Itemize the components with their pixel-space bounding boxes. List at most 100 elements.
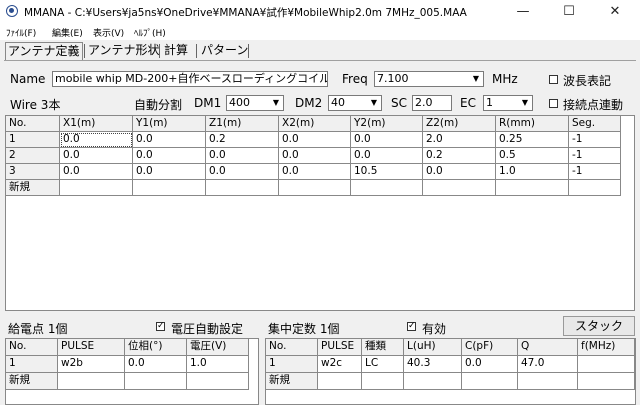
table-cell[interactable]: w2b	[58, 356, 125, 373]
table-cell[interactable]: 0.0	[462, 356, 518, 373]
tab-pattern[interactable]: パターン	[199, 42, 250, 59]
chevron-down-icon[interactable]: ▼	[518, 96, 532, 110]
freq-combo[interactable]: 7.100 ▼	[374, 71, 484, 87]
table-cell[interactable]	[578, 356, 635, 373]
table-cell[interactable]: 0.0	[206, 148, 279, 164]
wavelength-checkbox[interactable]	[549, 75, 558, 84]
chevron-down-icon[interactable]: ▼	[469, 72, 483, 86]
table-cell[interactable]: -1	[569, 164, 621, 180]
lumped-header-f: f(MHz)	[578, 339, 635, 356]
table-cell[interactable]	[462, 373, 518, 390]
tab-antenna-shape[interactable]: アンテナ形状	[86, 42, 162, 59]
table-cell[interactable]	[423, 180, 496, 196]
sc-label: SC	[391, 96, 407, 110]
name-input[interactable]: mobile whip MD-200+自作ベースローディングコイル	[52, 71, 328, 87]
table-cell[interactable]: w2c	[318, 356, 362, 373]
wire-header-seg: Seg.	[569, 116, 621, 132]
table-cell[interactable]	[279, 180, 351, 196]
table-cell[interactable]	[206, 180, 279, 196]
stack-button[interactable]: スタック	[563, 316, 635, 336]
table-cell[interactable]: 0.0	[279, 148, 351, 164]
menu-bar: ﾌｧｲﾙ(F) 編集(E) 表示(V) ﾍﾙﾌﾟ(H)	[0, 24, 640, 40]
sc-input[interactable]: 2.0	[412, 95, 452, 111]
dm2-combo[interactable]: 40 ▼	[328, 95, 382, 111]
table-cell[interactable]	[60, 180, 133, 196]
table-cell[interactable]: 1.0	[496, 164, 569, 180]
table-cell[interactable]: 0.0	[60, 132, 133, 148]
menu-view[interactable]: 表示(V)	[93, 26, 124, 39]
table-row-header-new[interactable]: 新規	[6, 373, 58, 390]
dm1-value: 400	[229, 96, 250, 109]
table-cell[interactable]	[125, 373, 187, 390]
close-button[interactable]: ✕	[592, 0, 638, 24]
table-cell[interactable]: LC	[362, 356, 404, 373]
table-cell[interactable]: 0.0	[60, 164, 133, 180]
table-cell[interactable]	[518, 373, 578, 390]
table-cell[interactable]	[318, 373, 362, 390]
table-row-header[interactable]: 1	[6, 132, 60, 148]
lumped-header-no: No.	[266, 339, 318, 356]
tab-antenna-definition[interactable]: アンテナ定義	[5, 42, 83, 60]
table-cell[interactable]	[362, 373, 404, 390]
table-cell[interactable]: 0.25	[496, 132, 569, 148]
menu-help[interactable]: ﾍﾙﾌﾟ(H)	[134, 26, 166, 39]
table-cell[interactable]: 0.0	[279, 164, 351, 180]
table-cell[interactable]	[133, 180, 206, 196]
enable-checkbox[interactable]	[407, 320, 416, 332]
table-row-header[interactable]: 2	[6, 148, 60, 164]
table-cell[interactable]: 40.3	[404, 356, 462, 373]
table-cell[interactable]: 0.0	[125, 356, 187, 373]
ec-combo[interactable]: 1 ▼	[483, 95, 533, 111]
table-cell[interactable]	[58, 373, 125, 390]
dm1-combo[interactable]: 400 ▼	[226, 95, 284, 111]
table-cell[interactable]: 0.2	[206, 132, 279, 148]
table-cell[interactable]	[496, 180, 569, 196]
table-cell[interactable]	[569, 180, 621, 196]
table-cell[interactable]: 0.0	[351, 132, 423, 148]
feed-header-voltage: 電圧(V)	[187, 339, 249, 356]
table-cell[interactable]	[578, 373, 635, 390]
wire-header-y2: Y2(m)	[351, 116, 423, 132]
table-cell[interactable]: 0.0	[423, 164, 496, 180]
table-cell[interactable]: 0.0	[279, 132, 351, 148]
table-cell[interactable]: 0.0	[351, 148, 423, 164]
connect-checkbox[interactable]	[549, 99, 558, 108]
minimize-button[interactable]: —	[500, 0, 546, 24]
table-row-header[interactable]: 3	[6, 164, 60, 180]
table-cell[interactable]: 2.0	[423, 132, 496, 148]
chevron-down-icon[interactable]: ▼	[367, 96, 381, 110]
lumped-header-c: C(pF)	[462, 339, 518, 356]
table-cell[interactable]: 0.0	[133, 148, 206, 164]
auto-voltage-checkbox[interactable]	[156, 320, 165, 332]
table-cell[interactable]	[404, 373, 462, 390]
table-cell[interactable]: 47.0	[518, 356, 578, 373]
wire-header-y1: Y1(m)	[133, 116, 206, 132]
table-cell[interactable]	[187, 373, 249, 390]
table-row-header-new[interactable]: 新規	[6, 180, 60, 196]
table-cell[interactable]: 1.0	[187, 356, 249, 373]
lumped-title: 集中定数 1個	[268, 322, 340, 336]
wire-header-no: No.	[6, 116, 60, 132]
wire-header-z2: Z2(m)	[423, 116, 496, 132]
table-cell[interactable]: 0.0	[60, 148, 133, 164]
chevron-down-icon[interactable]: ▼	[269, 96, 283, 110]
table-cell[interactable]: 0.0	[206, 164, 279, 180]
lumped-header-l: L(uH)	[404, 339, 462, 356]
table-cell[interactable]: -1	[569, 148, 621, 164]
table-cell[interactable]	[351, 180, 423, 196]
table-cell[interactable]: 10.5	[351, 164, 423, 180]
lumped-table: No. PULSE 種類 L(uH) C(pF) Q f(MHz) 1 w2c …	[265, 338, 636, 405]
menu-edit[interactable]: 編集(E)	[52, 26, 83, 39]
table-cell[interactable]: 0.0	[133, 132, 206, 148]
feed-header-no: No.	[6, 339, 58, 356]
menu-file[interactable]: ﾌｧｲﾙ(F)	[6, 26, 36, 39]
table-cell[interactable]: -1	[569, 132, 621, 148]
table-row-header-new[interactable]: 新規	[266, 373, 318, 390]
table-cell[interactable]: 0.2	[423, 148, 496, 164]
table-cell[interactable]: 0.5	[496, 148, 569, 164]
maximize-button[interactable]: ☐	[546, 0, 592, 24]
table-row-header[interactable]: 1	[6, 356, 58, 373]
table-cell[interactable]: 0.0	[133, 164, 206, 180]
table-row-header[interactable]: 1	[266, 356, 318, 373]
tab-calculate[interactable]: 計算	[162, 42, 190, 59]
